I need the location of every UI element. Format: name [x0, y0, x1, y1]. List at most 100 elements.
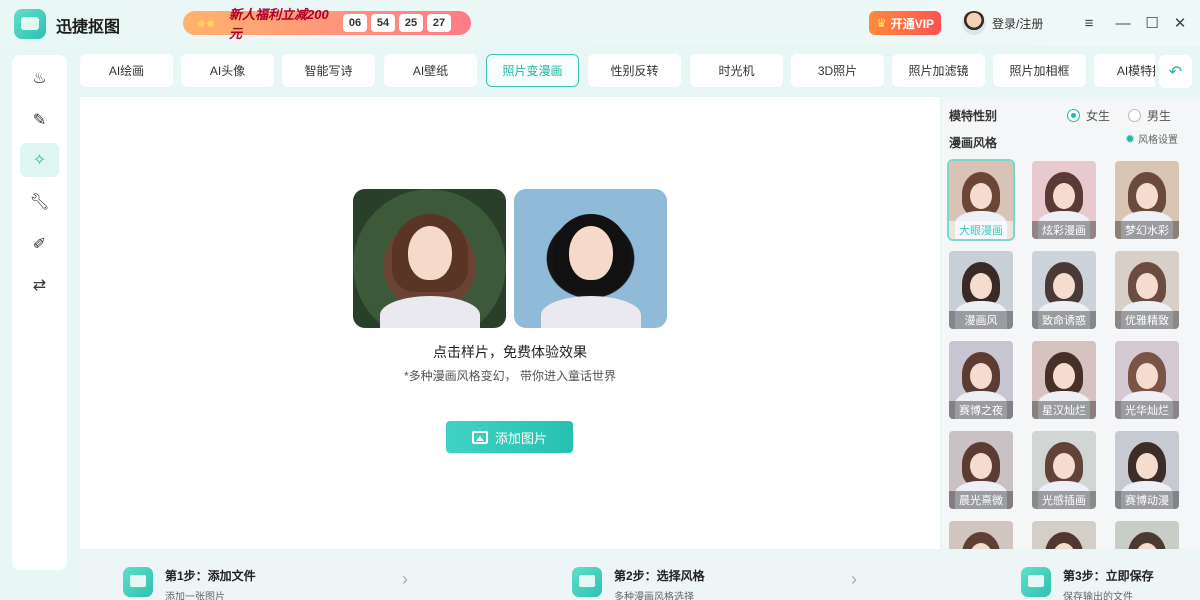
minimize-icon[interactable]: —: [1112, 12, 1134, 34]
style-card-label: 光感插画: [1032, 491, 1096, 509]
open-vip-button[interactable]: ♛ 开通VIP: [869, 11, 941, 35]
convert-icon[interactable]: ⇄: [20, 268, 59, 302]
tab-ai-avatar[interactable]: AI头像: [181, 54, 274, 87]
sample-shirt: [540, 296, 641, 328]
tab-photo-to-comic[interactable]: 照片变漫画: [486, 54, 579, 87]
app-logo-icon: [14, 9, 46, 39]
chevron-right-icon: ›: [851, 569, 857, 589]
gender-male-radio[interactable]: 男生: [1128, 107, 1171, 124]
style-thumb-face: [1136, 272, 1158, 299]
work-canvas: 点击样片，免费体验效果 *多种漫画风格变幻， 带你进入童话世界 添加图片: [80, 97, 940, 549]
sample-photo-2[interactable]: [514, 189, 667, 328]
countdown-seconds: 25: [399, 14, 423, 32]
style-thumb-face: [970, 272, 992, 299]
tab-3d-photo[interactable]: 3D照片: [791, 54, 884, 87]
style-panel: 模特性别 女生 男生 漫画风格 ✹ 风格设置 大眼漫画 炫彩漫画 梦幻水彩 漫画风 致命…: [942, 97, 1200, 549]
step-subtitle: 多种漫画风格选择: [614, 592, 694, 600]
tab-gender-swap[interactable]: 性别反转: [588, 54, 681, 87]
step-1: 第1步：添加文件 添加一张图片: [123, 567, 256, 600]
chevron-right-icon: ›: [402, 569, 408, 589]
style-card-label: 炫彩漫画: [1032, 221, 1096, 239]
style-thumb-face: [970, 182, 992, 209]
add-file-icon: [123, 567, 153, 597]
tab-ai-painting[interactable]: AI绘画: [80, 54, 173, 87]
style-card[interactable]: 光华灿烂: [1115, 341, 1179, 419]
maximize-icon[interactable]: ☐: [1141, 12, 1163, 34]
step-2: 第2步：选择风格 多种漫画风格选择: [572, 567, 705, 600]
feature-tabs: AI绘画 AI头像 智能写诗 AI壁纸 照片变漫画 性别反转 时光机 3D照片 …: [80, 54, 1155, 88]
close-icon[interactable]: ✕: [1169, 12, 1191, 34]
tab-photo-frame[interactable]: 照片加相框: [993, 54, 1086, 87]
crown-icon: ♛: [875, 16, 887, 30]
title-bar: 迅捷抠图 ●● 新人福利立减200元 06 54 25 27 ♛ 开通VIP 登…: [0, 0, 1200, 46]
add-image-button[interactable]: 添加图片: [446, 421, 573, 453]
style-card[interactable]: 致命诱惑: [1032, 251, 1096, 329]
edit-board-icon[interactable]: ✎: [20, 103, 59, 137]
pencil-icon[interactable]: ✐: [20, 227, 59, 261]
style-card-label: 星汉灿烂: [1032, 401, 1096, 419]
style-card[interactable]: [1032, 521, 1096, 549]
style-card[interactable]: 晨光熹微: [949, 431, 1013, 509]
sample-hint-subtitle: *多种漫画风格变幻， 带你进入童话世界: [403, 369, 616, 383]
style-thumb-face: [1053, 272, 1075, 299]
sparkle-icon[interactable]: ✧: [20, 143, 59, 177]
step-subtitle: 添加一张图片: [165, 592, 225, 600]
style-card[interactable]: 赛博动漫: [1115, 431, 1179, 509]
menu-icon[interactable]: ≡: [1078, 12, 1100, 34]
style-card-label: 漫画风: [949, 311, 1013, 329]
style-card-label: 晨光熹微: [949, 491, 1013, 509]
save-icon: [1021, 567, 1051, 597]
style-thumb-face: [1053, 362, 1075, 389]
countdown-minutes: 54: [371, 14, 395, 32]
style-card[interactable]: 漫画风: [949, 251, 1013, 329]
avatar[interactable]: [962, 11, 986, 35]
step-title: 第1步：添加文件: [165, 569, 256, 583]
style-card[interactable]: [949, 521, 1013, 549]
style-card-label: 光华灿烂: [1115, 401, 1179, 419]
tab-ai-wallpaper[interactable]: AI壁纸: [384, 54, 477, 87]
step-title: 第3步：立即保存: [1063, 569, 1154, 583]
style-card[interactable]: [1115, 521, 1179, 549]
style-card-label: 优雅精致: [1115, 311, 1179, 329]
style-card-label: 致命诱惑: [1032, 311, 1096, 329]
comic-style-label: 漫画风格: [949, 136, 998, 150]
login-register-link[interactable]: 登录/注册: [992, 15, 1043, 32]
style-card[interactable]: 星汉灿烂: [1032, 341, 1096, 419]
sample-photo-1[interactable]: [353, 189, 506, 328]
style-card-label: 大眼漫画: [949, 221, 1013, 239]
gear-icon: ✹: [1125, 131, 1136, 146]
gender-female-label: 女生: [1086, 109, 1111, 123]
undo-icon[interactable]: ↶: [1159, 55, 1192, 88]
style-settings-button[interactable]: ✹ 风格设置: [1125, 131, 1179, 147]
style-settings-label: 风格设置: [1138, 135, 1179, 146]
style-card[interactable]: 光感插画: [1032, 431, 1096, 509]
add-image-label: 添加图片: [494, 430, 547, 446]
tab-ai-model[interactable]: AI模特换: [1094, 54, 1155, 87]
gender-female-radio[interactable]: 女生: [1067, 107, 1110, 124]
step-title: 第2步：选择风格: [614, 569, 705, 583]
step-subtitle: 保存输出的文件: [1063, 592, 1133, 600]
radio-on-icon: [1067, 109, 1080, 122]
tab-photo-filter[interactable]: 照片加滤镜: [892, 54, 985, 87]
fire-icon[interactable]: ♨: [20, 61, 59, 95]
promo-banner[interactable]: ●● 新人福利立减200元 06 54 25 27: [183, 7, 471, 41]
sample-hint-title: 点击样片，免费体验效果: [433, 344, 587, 360]
choose-style-icon: [572, 567, 602, 597]
app-title: 迅捷抠图: [56, 19, 121, 36]
left-sidebar: ♨ ✎ ✧ 🔧︎ ✐ ⇄: [12, 55, 67, 570]
promo-text: 新人福利立减200元: [229, 7, 329, 41]
tab-time-machine[interactable]: 时光机: [690, 54, 783, 87]
style-card[interactable]: 大眼漫画: [947, 159, 1015, 241]
image-icon: [471, 430, 488, 444]
style-thumb-face: [970, 362, 992, 389]
style-card[interactable]: 优雅精致: [1115, 251, 1179, 329]
style-card[interactable]: 赛博之夜: [949, 341, 1013, 419]
tab-smart-poem[interactable]: 智能写诗: [282, 54, 375, 87]
sample-face: [407, 225, 452, 280]
style-thumb-face: [1136, 362, 1158, 389]
wrench-icon[interactable]: 🔧︎: [20, 185, 59, 219]
coins-icon: ●●: [196, 14, 216, 32]
style-card[interactable]: 梦幻水彩: [1115, 161, 1179, 239]
countdown-centiseconds: 27: [427, 14, 451, 32]
style-card[interactable]: 炫彩漫画: [1032, 161, 1096, 239]
